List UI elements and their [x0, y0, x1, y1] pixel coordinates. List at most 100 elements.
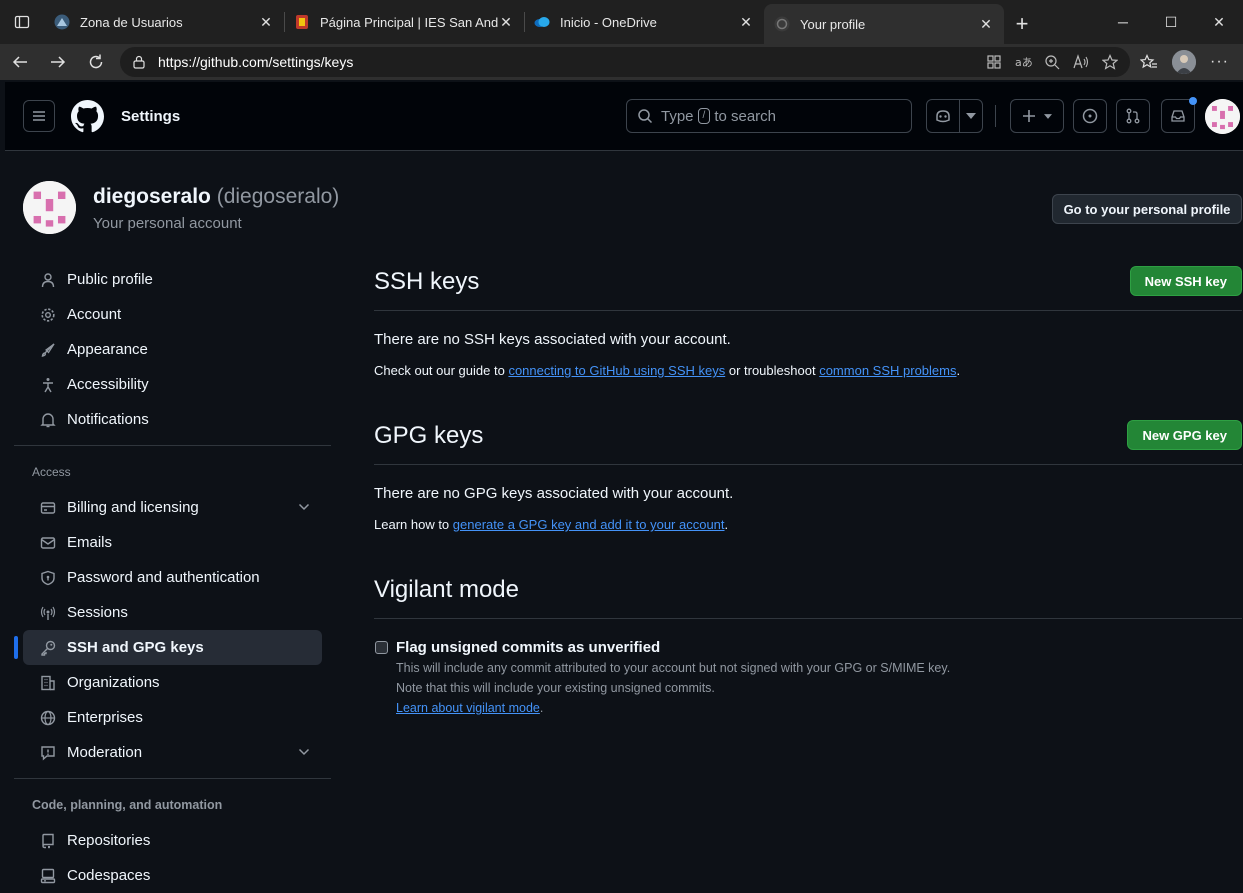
sidebar-divider [14, 445, 331, 446]
tab-close-icon[interactable]: ✕ [498, 14, 514, 31]
vigilant-mode-header: Vigilant mode [374, 570, 1242, 619]
tab-title: Your profile [800, 16, 866, 32]
copilot-dropdown-button[interactable] [959, 99, 983, 133]
favorites-icon[interactable] [1140, 54, 1158, 70]
vigilant-mode-title: Vigilant mode [374, 576, 519, 603]
issues-button[interactable] [1073, 99, 1107, 133]
browser-tab-4[interactable]: Your profile ✕ [764, 4, 1004, 44]
back-button[interactable] [2, 46, 38, 78]
ssh-problems-link[interactable]: common SSH problems [819, 363, 956, 378]
gpg-generate-link[interactable]: generate a GPG key and add it to your ac… [453, 517, 725, 532]
tab-close-icon[interactable]: ✕ [978, 16, 994, 33]
sidebar-item-moderation[interactable]: Moderation [23, 735, 322, 770]
inbox-icon [1171, 110, 1185, 122]
browser-tab-3[interactable]: Inicio - OneDrive ✕ [524, 4, 764, 40]
vigilant-mode-label[interactable]: Flag unsigned commits as unverified [396, 639, 1242, 656]
zoom-icon[interactable] [1044, 54, 1060, 70]
sidebar-item-sessions[interactable]: Sessions [23, 595, 322, 630]
search-input[interactable]: Type / to search [626, 99, 912, 133]
ssh-guide-link[interactable]: connecting to GitHub using SSH keys [508, 363, 725, 378]
issue-opened-icon [1082, 108, 1098, 124]
new-tab-button[interactable]: + [1004, 6, 1040, 42]
apps-icon[interactable] [986, 54, 1002, 70]
github-favicon-icon [774, 16, 790, 32]
github-logo-icon[interactable] [71, 100, 104, 138]
user-avatar[interactable] [1205, 99, 1240, 134]
ssh-help-text: Check out our guide to connecting to Git… [374, 363, 1242, 378]
codespaces-icon [39, 867, 57, 885]
tab-title: Inicio - OneDrive [560, 14, 657, 30]
browser-tab-2[interactable]: Página Principal | IES San Andrés ✕ [284, 4, 524, 40]
favorite-star-icon[interactable] [1102, 54, 1118, 70]
sidebar-item-appearance[interactable]: Appearance [23, 332, 322, 367]
chevron-down-icon[interactable] [298, 500, 310, 517]
sidebar-item-emails[interactable]: Emails [23, 525, 322, 560]
sidebar-item-public-profile[interactable]: Public profile [23, 262, 322, 297]
read-aloud-icon[interactable] [1072, 54, 1090, 70]
pull-requests-button[interactable] [1116, 99, 1150, 133]
sidebar-item-label: Password and authentication [67, 569, 260, 586]
sidebar-item-label: Organizations [67, 674, 160, 691]
sidebar-item-label: Notifications [67, 411, 149, 428]
svg-text:aあ: aあ [1015, 56, 1032, 69]
sidebar-item-billing[interactable]: Billing and licensing [23, 490, 322, 525]
globe-icon [39, 709, 57, 727]
chevron-down-icon[interactable] [298, 745, 310, 762]
tab-favicon-icon [54, 14, 70, 30]
maximize-icon[interactable]: ☐ [1147, 14, 1195, 31]
menu-button[interactable] [23, 100, 55, 132]
new-ssh-key-button[interactable]: New SSH key [1129, 266, 1242, 296]
gpg-help-prefix: Learn how to [374, 517, 450, 532]
tab-actions-button[interactable] [0, 0, 44, 44]
gpg-help-text: Learn how to generate a GPG key and add … [374, 517, 1242, 532]
gpg-empty-message: There are no GPG keys associated with yo… [374, 485, 734, 502]
tab-close-icon[interactable]: ✕ [258, 14, 274, 31]
refresh-button[interactable] [78, 46, 114, 78]
gear-icon [39, 306, 57, 324]
vigilant-learn-row: Learn about vigilant mode. [396, 698, 1242, 718]
sidebar-item-organizations[interactable]: Organizations [23, 665, 322, 700]
profile-display-name: diegoseralo [93, 185, 211, 208]
github-header: Settings Type / to search [5, 82, 1243, 151]
browser-tab-1[interactable]: Zona de Usuarios ✕ [44, 4, 284, 40]
more-menu-icon[interactable]: ··· [1210, 53, 1229, 71]
report-icon [39, 744, 57, 762]
vigilant-mode-description: This will include any commit attributed … [396, 658, 1242, 718]
sidebar-item-label: Codespaces [67, 867, 151, 884]
sidebar-item-enterprises[interactable]: Enterprises [23, 700, 322, 735]
ssh-help-middle: or troubleshoot [728, 363, 816, 378]
create-new-button[interactable] [1010, 99, 1064, 133]
ssh-help-prefix: Check out our guide to [374, 363, 505, 378]
new-gpg-key-button[interactable]: New GPG key [1127, 420, 1242, 450]
ssh-help-end: . [956, 363, 961, 378]
sidebar-item-accessibility[interactable]: Accessibility [23, 367, 322, 402]
sidebar-item-label: Accessibility [67, 376, 149, 393]
browser-profile-avatar[interactable] [1172, 50, 1196, 74]
sidebar-item-password[interactable]: Password and authentication [23, 560, 322, 595]
go-to-profile-button[interactable]: Go to your personal profile [1052, 194, 1242, 224]
settings-main: SSH keys New SSH key There are no SSH ke… [374, 262, 1242, 718]
sidebar-group-code: Code, planning, and automation [32, 798, 223, 812]
vigilant-mode-checkbox[interactable] [375, 641, 388, 654]
search-icon [638, 109, 653, 124]
profile-avatar[interactable] [23, 181, 76, 234]
sidebar-item-account[interactable]: Account [23, 297, 322, 332]
minimize-icon[interactable]: ─ [1099, 14, 1147, 30]
tab-close-icon[interactable]: ✕ [738, 14, 754, 31]
copilot-button[interactable] [926, 99, 960, 133]
notification-indicator [1189, 97, 1197, 105]
url-input[interactable]: https://github.com/settings/keys aあ [120, 47, 1130, 77]
vigilant-learn-link[interactable]: Learn about vigilant mode [396, 701, 540, 715]
close-window-icon[interactable]: ✕ [1195, 14, 1243, 31]
sidebar-item-notifications[interactable]: Notifications [23, 402, 322, 437]
caret-down-icon [966, 113, 976, 119]
shield-icon [39, 569, 57, 587]
forward-button[interactable] [40, 46, 76, 78]
sidebar-item-repositories[interactable]: Repositories [23, 823, 322, 858]
sidebar-item-ssh-gpg-keys[interactable]: SSH and GPG keys [14, 630, 322, 665]
paintbrush-icon [39, 341, 57, 359]
page-title[interactable]: Settings [121, 108, 180, 125]
search-placeholder-prefix: Type [661, 107, 694, 125]
profile-name[interactable]: diegoseralo (diegoseralo) [93, 185, 339, 209]
translate-icon[interactable]: aあ [1014, 54, 1032, 70]
